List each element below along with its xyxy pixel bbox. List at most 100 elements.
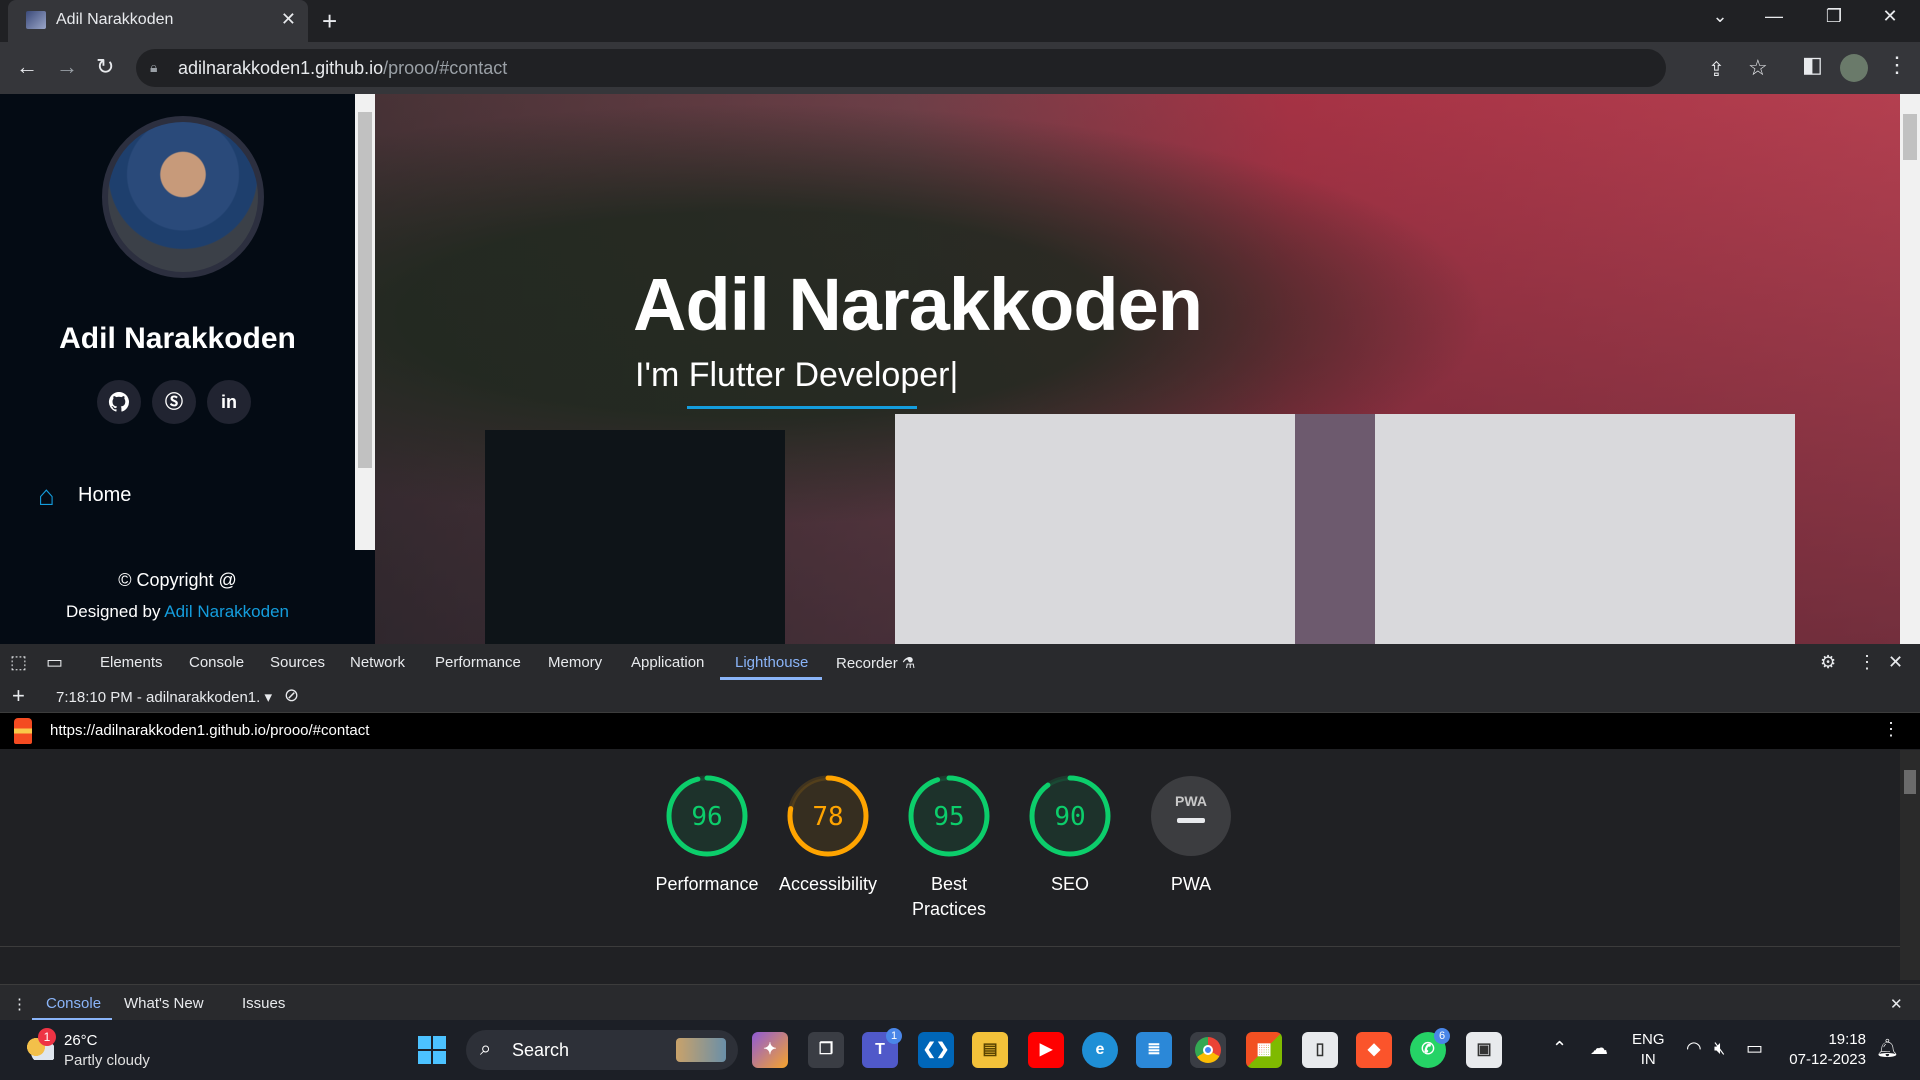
weather-temp: 26°C: [64, 1032, 98, 1049]
tab-network[interactable]: Network: [350, 654, 405, 671]
restore-button[interactable]: ❐: [1814, 6, 1854, 27]
skype-icon[interactable]: Ⓢ: [152, 380, 196, 424]
chrome-menu-icon[interactable]: ⋮: [1886, 52, 1908, 78]
forward-icon[interactable]: →: [56, 54, 78, 80]
camera-app-icon[interactable]: ▣: [1466, 1032, 1502, 1068]
page-scrollbar[interactable]: [1900, 94, 1920, 644]
lighthouse-url-bar: https://adilnarakkoden1.github.io/prooo/…: [0, 713, 1920, 749]
score-gauge-performance[interactable]: 96 Performance: [637, 774, 777, 897]
svg-text:PWA: PWA: [1175, 793, 1207, 809]
close-window-button[interactable]: ✕: [1870, 6, 1910, 27]
gauge-ring: 90: [1029, 775, 1111, 857]
tab-search-icon[interactable]: ⌄: [1700, 6, 1740, 27]
search-highlight-image: [676, 1038, 726, 1062]
file-explorer-icon[interactable]: ▤: [972, 1032, 1008, 1068]
bookmark-star-icon[interactable]: ☆: [1748, 55, 1768, 81]
hero-section: Adil Narakkoden I'm Flutter Developer|: [375, 94, 1900, 644]
side-panel-icon[interactable]: ◧: [1802, 52, 1823, 78]
address-url[interactable]: adilnarakkoden1.github.io/prooo/#contact: [178, 58, 507, 79]
svg-text:95: 95: [933, 802, 964, 832]
drawer-tab-issues[interactable]: Issues: [242, 995, 285, 1012]
windows-start-icon[interactable]: [418, 1036, 446, 1064]
minimize-button[interactable]: —: [1754, 6, 1794, 27]
tray-overflow-icon[interactable]: ⌃: [1552, 1038, 1567, 1059]
youtube-icon[interactable]: ▶: [1028, 1032, 1064, 1068]
weather-widget[interactable]: 1 26°C Partly cloudy: [0, 1020, 200, 1080]
wifi-icon[interactable]: ◠: [1686, 1038, 1702, 1059]
report-menu-icon[interactable]: ⋮: [1882, 719, 1900, 740]
notification-bell-icon[interactable]: 🔔︎: [1876, 1038, 1899, 1059]
lighthouse-logo-icon: [14, 718, 32, 744]
designer-link[interactable]: Adil Narakkoden: [164, 602, 289, 621]
score-label: Accessibility: [778, 874, 878, 894]
devtools-close-icon[interactable]: ✕: [1888, 652, 1903, 673]
settings-gear-icon[interactable]: ⚙: [1820, 652, 1836, 673]
report-select[interactable]: 7:18:10 PM - adilnarakkoden1. ▾: [56, 688, 272, 706]
reload-icon[interactable]: ↻: [96, 54, 114, 80]
copyright-text: © Copyright @: [118, 570, 237, 590]
clear-reports-icon[interactable]: ⊘: [284, 685, 299, 706]
brave-icon[interactable]: ◆: [1356, 1032, 1392, 1068]
new-tab-button[interactable]: +: [322, 6, 337, 37]
drawer-menu-icon[interactable]: ⋮: [12, 995, 27, 1013]
vscode-icon[interactable]: ❮❯: [918, 1032, 954, 1068]
drawer-tab-whats-new[interactable]: What's New: [124, 995, 204, 1012]
sidebar-scrollbar[interactable]: [355, 94, 375, 550]
portfolio-sidebar: Adil Narakkoden Ⓢ in ⌂ Home © Copyright …: [0, 94, 375, 644]
devtools-menu-icon[interactable]: ⋮: [1858, 652, 1876, 673]
taskbar-search[interactable]: ⌕ Search: [466, 1030, 738, 1070]
web-page-viewport: Adil Narakkoden Ⓢ in ⌂ Home © Copyright …: [0, 94, 1920, 644]
task-view-icon[interactable]: ❐: [808, 1032, 844, 1068]
windows-taskbar: 1 26°C Partly cloudy ⌕ Search ✦ ❐ T 1 ❮❯…: [0, 1020, 1920, 1080]
address-bar[interactable]: 🔒︎ adilnarakkoden1.github.io/prooo/#cont…: [136, 49, 1768, 87]
score-gauge-seo[interactable]: 90 SEO: [1000, 774, 1140, 897]
tab-sources[interactable]: Sources: [270, 654, 325, 671]
chrome-icon[interactable]: [1190, 1032, 1226, 1068]
score-gauge-accessibility[interactable]: 78 Accessibility: [758, 774, 898, 897]
score-gauge-best-practices[interactable]: 95 Best Practices: [879, 774, 1019, 922]
weather-badge: 1: [38, 1028, 56, 1046]
tab-memory[interactable]: Memory: [548, 654, 602, 671]
svg-text:90: 90: [1054, 802, 1085, 832]
inspect-element-icon[interactable]: ⬚: [10, 652, 27, 673]
linkedin-icon[interactable]: in: [207, 380, 251, 424]
tab-performance[interactable]: Performance: [435, 654, 521, 671]
battery-icon[interactable]: ▭: [1746, 1038, 1763, 1059]
tab-elements[interactable]: Elements: [100, 654, 163, 671]
share-icon[interactable]: ⇪: [1708, 57, 1725, 82]
score-label: Performance: [655, 874, 759, 894]
tab-title: Adil Narakkoden: [56, 11, 174, 28]
back-icon[interactable]: ←: [16, 54, 38, 80]
language-indicator[interactable]: ENG IN: [1632, 1030, 1665, 1070]
store-icon[interactable]: ▦: [1246, 1032, 1282, 1068]
score-label: PWA: [1170, 874, 1212, 894]
edge-icon[interactable]: e: [1082, 1032, 1118, 1068]
sidebar-name: Adil Narakkoden: [59, 322, 296, 355]
document-icon[interactable]: ▯: [1302, 1032, 1338, 1068]
browser-tab[interactable]: Adil Narakkoden ✕: [8, 0, 308, 42]
volume-muted-icon[interactable]: 🔇︎: [1714, 1038, 1725, 1059]
report-scrollbar[interactable]: [1900, 750, 1920, 980]
clock[interactable]: 19:18 07-12-2023: [1786, 1030, 1866, 1070]
profile-avatar[interactable]: [1840, 54, 1868, 82]
onedrive-icon[interactable]: ☁: [1590, 1038, 1608, 1059]
hero-subtitle: I'm Flutter Developer|: [635, 356, 959, 394]
pwa-badge-icon: PWA: [1151, 776, 1231, 856]
report-url[interactable]: https://adilnarakkoden1.github.io/prooo/…: [50, 722, 369, 739]
tab-lighthouse[interactable]: Lighthouse: [735, 654, 808, 671]
copilot-icon[interactable]: ✦: [752, 1032, 788, 1068]
tab-console[interactable]: Console: [189, 654, 244, 671]
device-toolbar-icon[interactable]: ▭: [46, 652, 63, 673]
lock-icon[interactable]: 🔒︎: [150, 59, 157, 76]
tab-recorder[interactable]: Recorder ⚗: [836, 654, 915, 672]
tab-application[interactable]: Application: [631, 654, 704, 671]
github-icon[interactable]: [97, 380, 141, 424]
drawer-tab-console[interactable]: Console: [46, 995, 101, 1012]
score-gauge-pwa[interactable]: PWA PWA: [1121, 774, 1261, 897]
new-report-button[interactable]: +: [12, 683, 25, 709]
drawer-tab-bar: ⋮ Console What's New Issues ✕: [0, 984, 1920, 1021]
notepad-icon[interactable]: ≣: [1136, 1032, 1172, 1068]
weather-desc: Partly cloudy: [64, 1052, 150, 1069]
drawer-close-icon[interactable]: ✕: [1890, 995, 1903, 1013]
tab-close-icon[interactable]: ✕: [281, 9, 296, 30]
